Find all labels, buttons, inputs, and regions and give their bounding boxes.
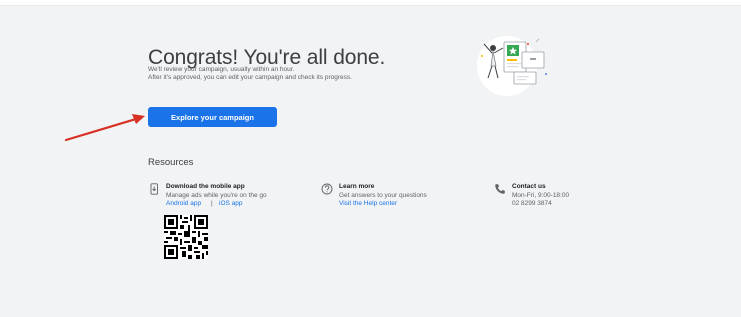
link-separator: |	[211, 200, 213, 207]
help-center-link[interactable]: Visit the Help center	[339, 200, 397, 207]
top-bar	[0, 0, 741, 6]
mobile-app-desc: Manage ads while you're on the go	[166, 192, 267, 199]
red-arrow-annotation	[64, 114, 145, 142]
android-app-link[interactable]: Android app	[166, 200, 201, 207]
learn-more-desc: Get answers to your questions	[339, 192, 427, 199]
learn-more-title: Learn more	[339, 183, 375, 190]
qr-code	[164, 215, 208, 259]
resources-heading: Resources	[148, 157, 194, 168]
contact-phone: 02 8299 3874	[512, 200, 552, 207]
contact-hours: Mon-Fri, 9:00-18:00	[512, 192, 570, 199]
ios-app-link[interactable]: iOS app	[219, 200, 243, 207]
review-message: We'll review your campaign, usually with…	[148, 66, 295, 73]
mobile-app-title: Download the mobile app	[166, 183, 245, 190]
contact-us-title: Contact us	[512, 183, 546, 190]
phone-icon	[495, 184, 505, 194]
approval-message: After it's approved, you can edit your c…	[148, 74, 352, 81]
mobile-download-icon	[150, 183, 158, 195]
help-icon	[321, 183, 333, 195]
celebration-illustration	[477, 36, 547, 96]
explore-campaign-button[interactable]: Explore your campaign	[148, 107, 277, 127]
